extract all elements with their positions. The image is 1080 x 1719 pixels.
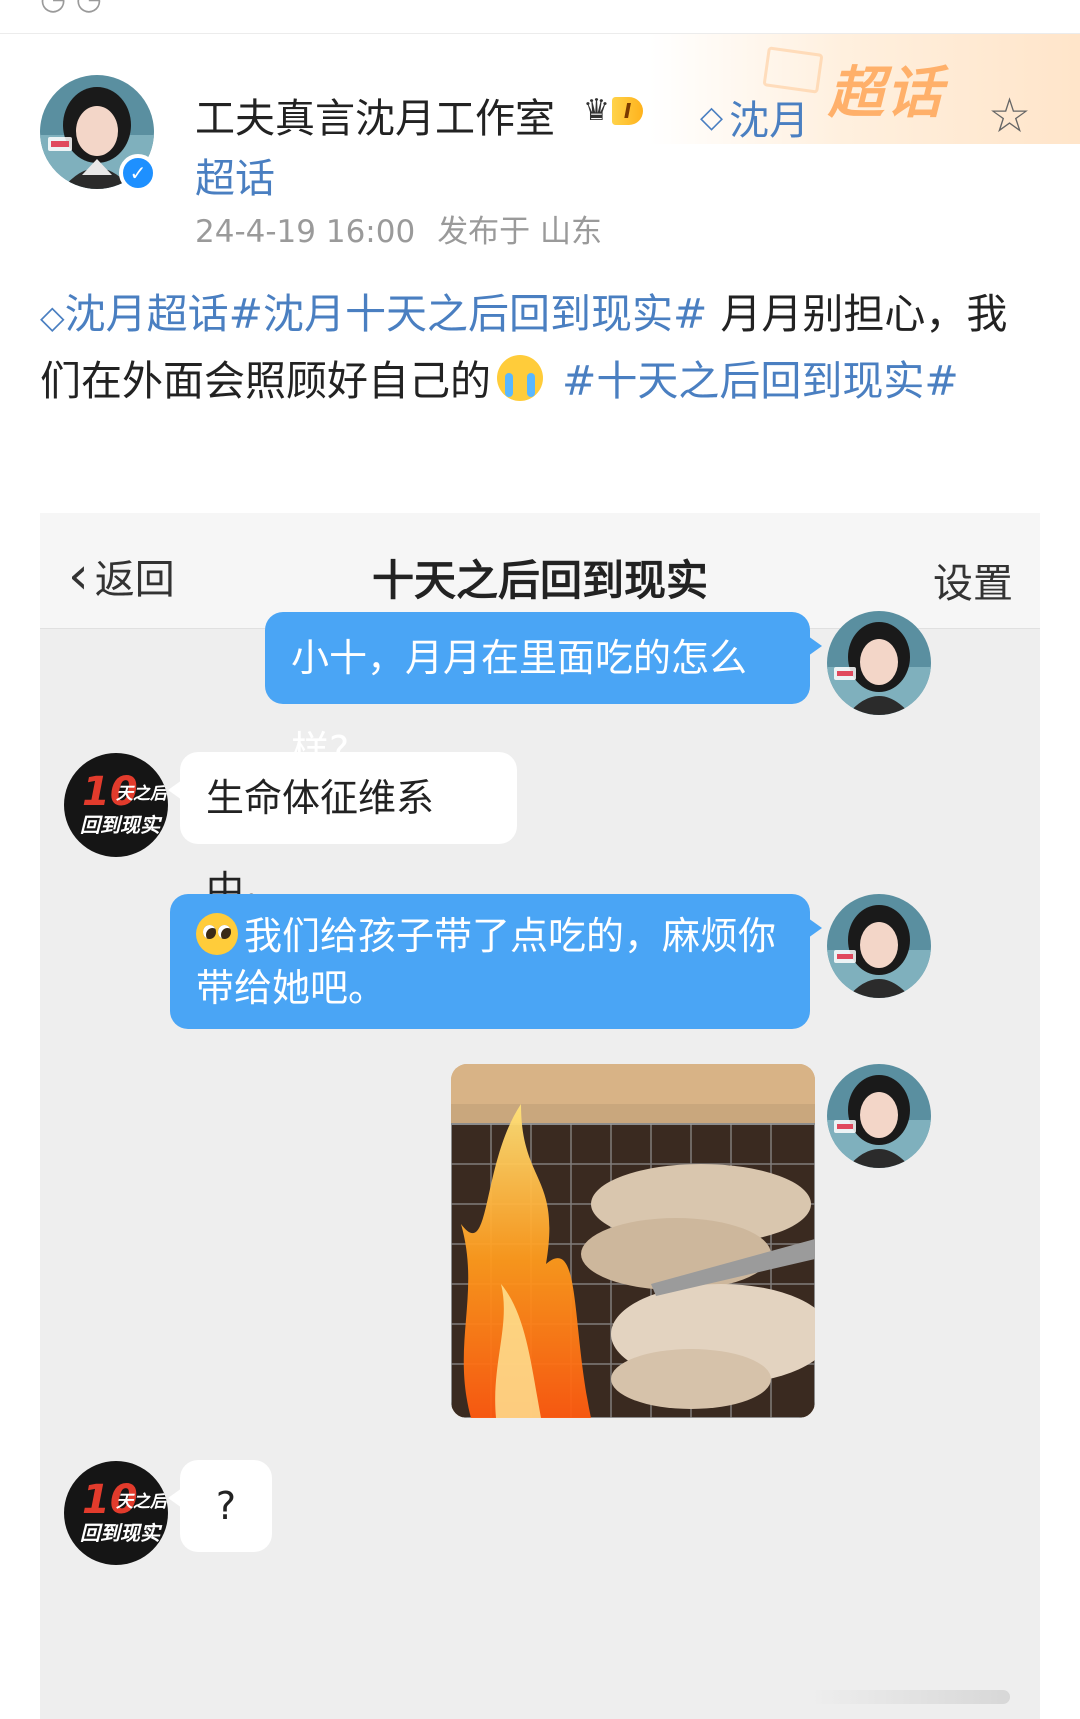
crying-emoji [497, 355, 543, 401]
show-avatar-line2: 回到现实 [80, 1521, 160, 1545]
grill-image [451, 1064, 815, 1418]
chat-message: ? [168, 1460, 272, 1552]
chat-message: 生命体征维系中。 [168, 752, 517, 912]
message-text: ? [215, 1484, 237, 1528]
cut-off-text: ◔ ◔ [40, 0, 102, 17]
crown-icon: ♛ [583, 93, 610, 128]
gem-decoration-icon [762, 46, 824, 94]
user-avatar[interactable] [827, 611, 931, 715]
food-photo[interactable] [451, 1064, 815, 1418]
previous-post-edge: ◔ ◔ [0, 0, 1080, 34]
message-text: 生命体征维系中。 [206, 776, 435, 912]
supertopic-diamond-icon: ◇ [700, 99, 724, 135]
show-avatar-line2: 回到现实 [80, 813, 160, 837]
supertopic-link-continued[interactable]: 超话 [195, 146, 275, 204]
show-avatar[interactable]: 10 天之后 回到现实 [64, 753, 168, 857]
user-avatar[interactable] [827, 1064, 931, 1168]
supertopic-link[interactable]: ◇ 沈月 [700, 88, 809, 146]
supertopic-link-label: 沈月 [729, 98, 810, 144]
hashtag-link-2[interactable]: #十天之后回到现实# [549, 357, 959, 405]
chat-title: 十天之后回到现实 [371, 556, 708, 605]
show-avatar-line1: 天之后 [116, 1492, 167, 1512]
user-avatar[interactable] [827, 894, 931, 998]
chat-message: 我们给孩子带了点吃的，麻烦你带给她吧。 [170, 894, 822, 1029]
avatar-image [827, 894, 931, 998]
chat-screenshot: ‹ 返回 十天之后回到现实 设置 小十，月月在里面吃的怎么样? 10 天之后 回… [40, 513, 1040, 1719]
post-content: ◇沈月超话#沈月十天之后回到现实# 月月别担心，我们在外面会照顾好自己的 #十天… [40, 282, 1040, 413]
avatar-image [827, 1064, 931, 1168]
chat-message: 小十，月月在里面吃的怎么样? [265, 612, 822, 772]
star-icon[interactable]: ☆ [988, 88, 1031, 144]
timestamp: 24-4-19 16:00 [195, 214, 416, 250]
avatar-image [827, 611, 931, 715]
supertopic-diamond-icon: ◇ [40, 298, 65, 336]
verified-icon: ✓ [119, 154, 157, 192]
level-label: I [611, 97, 644, 125]
location: 发布于 山东 [437, 214, 603, 250]
watermark [810, 1690, 1010, 1704]
show-avatar[interactable]: 10 天之后 回到现实 [64, 1461, 168, 1565]
message-text: 我们给孩子带了点吃的，麻烦你带给她吧。 [196, 914, 777, 1010]
post-meta: 24-4-19 16:00 发布于 山东 [195, 206, 602, 251]
hashtag-link[interactable]: 沈月超话#沈月十天之后回到现实# [65, 290, 708, 338]
username[interactable]: 工夫真言沈月工作室 [195, 86, 555, 144]
settings-button[interactable]: 设置 [933, 551, 1013, 609]
supertopic-decoration-label: 超话 [828, 61, 944, 126]
fan-level-badge[interactable]: ♛ I [583, 93, 644, 128]
pleading-emoji [196, 913, 238, 955]
show-avatar-line1: 天之后 [116, 784, 167, 804]
